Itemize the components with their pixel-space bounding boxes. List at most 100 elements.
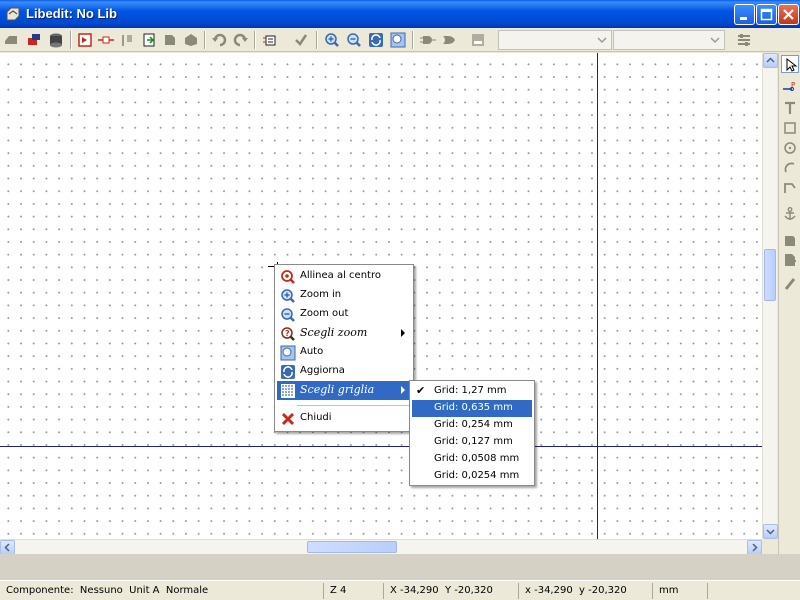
grid-option-label: Grid: 0,635 mm [434,402,513,413]
toolbar-separator [316,31,318,49]
submenu-arrow-icon [401,329,405,337]
export-button[interactable] [139,30,159,50]
grid-option-0-635[interactable]: Grid: 0,635 mm [412,400,532,417]
copy-button[interactable] [160,30,180,50]
add-arc-tool-button[interactable] [781,159,799,177]
grid-option-0-0254[interactable]: Grid: 0,0254 mm [412,468,532,485]
context-menu: Allinea al centro Zoom in Zoom out ? Sce… [274,264,414,432]
menu-item-select-grid[interactable]: Scegli griglia [277,381,411,400]
x-axis-line [0,446,762,447]
menu-item-label: Scegli zoom [300,326,368,339]
datasheet-button[interactable] [468,30,488,50]
status-relative-coords: x -34,290 y -20,320 [518,583,653,599]
zoom-in-button[interactable] [322,30,342,50]
maximize-button[interactable] [756,4,777,25]
new-component-button[interactable] [2,30,22,50]
unit-select[interactable] [498,30,612,50]
svg-text:P: P [791,81,795,89]
menu-item-zoom-in[interactable]: Zoom in [277,286,411,305]
zoom-out-button[interactable] [344,30,364,50]
menu-item-auto[interactable]: Auto [277,343,411,362]
de-morgan-normal-button[interactable] [418,30,438,50]
scroll-left-button[interactable] [0,540,15,555]
de-morgan-convert-button[interactable] [439,30,459,50]
anchor-tool-button[interactable] [781,205,799,223]
y-axis-line [597,53,598,539]
chevron-down-icon [594,32,610,48]
redo-button[interactable] [231,30,251,50]
close-x-icon [280,411,296,427]
libedit-app-icon [5,6,21,22]
component-properties-button[interactable] [75,30,95,50]
vertical-scroll-thumb[interactable] [764,249,776,301]
add-polyline-tool-button[interactable] [781,179,799,197]
vertical-scrollbar[interactable] [762,53,778,539]
menu-item-center[interactable]: Allinea al centro [277,267,411,286]
menu-item-label: Scegli griglia [300,383,375,396]
zoom-select-icon: ? [280,326,296,342]
scrollbar-corner [762,539,777,554]
main-toolbar [0,28,800,52]
scroll-down-button[interactable] [763,524,778,539]
zoom-auto-button[interactable] [388,30,408,50]
menu-item-close[interactable]: Chiudi [277,409,411,428]
zoom-out-icon [280,307,296,323]
drawing-tools-toolbar: P [778,53,800,554]
menu-item-zoom-out[interactable]: Zoom out [277,305,411,324]
add-text-tool-button[interactable] [781,99,799,117]
grid-icon [280,383,296,399]
horizontal-scrollbar[interactable] [0,539,762,555]
menu-separator [297,405,409,406]
grid-option-0-127[interactable]: Grid: 0,127 mm [412,434,532,451]
menu-item-refresh[interactable]: Aggiorna [277,362,411,381]
zoom-auto-icon [280,345,296,361]
minimize-button[interactable] [734,4,755,25]
delete-tool-button[interactable] [781,275,799,293]
undo-button[interactable] [209,30,229,50]
toolbar-separator [204,31,206,49]
add-circle-tool-button[interactable] [781,139,799,157]
grid-option-label: Grid: 0,0254 mm [434,470,520,481]
status-bar: Componente: Nessuno Unit A Normale Z 4 X… [0,580,800,600]
grid-option-0-254[interactable]: Grid: 0,254 mm [412,417,532,434]
refresh-icon [280,364,296,380]
close-button[interactable] [778,4,799,25]
message-panel [0,554,800,580]
title-bar[interactable]: Libedit: No Lib [0,0,800,28]
pin-table-button[interactable] [96,30,116,50]
options-button[interactable] [734,30,754,50]
add-rectangle-tool-button[interactable] [781,119,799,137]
toolbar-separator [412,31,414,49]
add-pin-tool-button[interactable]: P [781,79,799,97]
edit-pins-button[interactable] [260,30,280,50]
svg-text:?: ? [285,329,290,338]
menu-item-label: Aggiorna [300,365,345,376]
menu-item-label: Allinea al centro [300,270,381,281]
import-shape-tool-button[interactable] [781,231,799,249]
grid-option-1-27[interactable]: ✔ Grid: 1,27 mm [412,383,532,400]
status-absolute-coords: X -34,290 Y -20,320 [383,583,518,599]
paste-button[interactable] [181,30,201,50]
scroll-right-button[interactable] [747,540,762,555]
import-component-button[interactable] [24,30,44,50]
toolbar-separator [70,31,72,49]
grid-option-label: Grid: 0,127 mm [434,436,513,447]
export-shape-tool-button[interactable] [781,251,799,269]
check-button[interactable] [291,30,311,50]
zoom-center-icon [280,269,296,285]
redraw-button[interactable] [366,30,386,50]
save-library-button[interactable] [46,30,66,50]
scroll-up-button[interactable] [763,53,778,68]
grid-option-label: Grid: 0,254 mm [434,419,513,430]
chevron-down-icon [707,32,723,48]
grid-option-0-0508[interactable]: Grid: 0,0508 mm [412,451,532,468]
horizontal-scroll-thumb[interactable] [307,541,397,553]
alias-select[interactable] [613,30,725,50]
select-tool-button[interactable] [781,55,799,73]
status-component: Componente: Nessuno Unit A Normale [6,585,209,596]
menu-item-select-zoom[interactable]: ? Scegli zoom [277,324,411,343]
delete-button[interactable] [117,30,137,50]
grid-option-label: Grid: 1,27 mm [434,385,507,396]
menu-item-label: Zoom in [300,289,342,300]
status-units: mm [652,583,707,599]
